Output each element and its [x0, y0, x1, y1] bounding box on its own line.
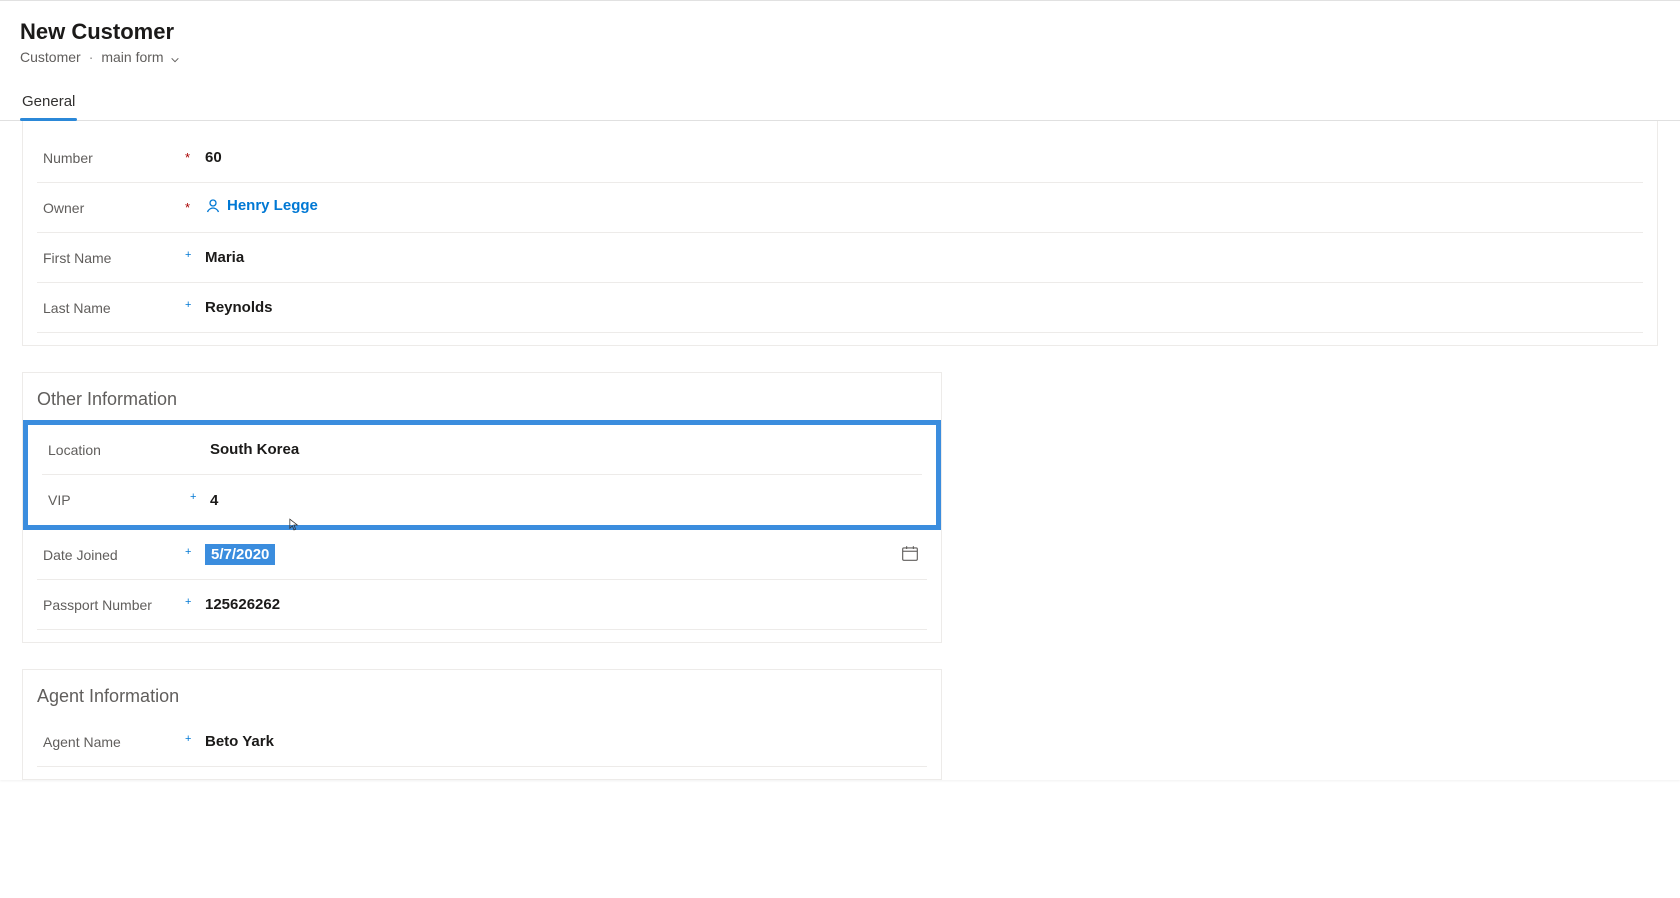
form-selector[interactable]: main form — [101, 49, 179, 65]
breadcrumb-separator — [87, 49, 96, 65]
field-owner[interactable]: Owner * Henry Legge — [37, 183, 1643, 233]
recommended-indicator: + — [185, 249, 205, 261]
required-indicator: * — [185, 200, 205, 215]
field-last-name[interactable]: Last Name + Reynolds — [37, 283, 1643, 333]
tab-bar: General — [0, 85, 1680, 121]
breadcrumb: Customer main form — [20, 49, 1660, 65]
field-number[interactable]: Number * 60 — [37, 133, 1643, 183]
highlight-box: Location South Korea VIP + 4 — [23, 420, 941, 530]
field-value[interactable]: Beto Yark — [205, 729, 927, 754]
field-value[interactable]: 60 — [205, 145, 1643, 170]
section-other-information: Other Information Location South Korea V… — [22, 372, 942, 643]
form-content: Number * 60 Owner * Henry Legge First Na… — [0, 121, 1680, 780]
field-label: Number — [37, 150, 185, 166]
field-first-name[interactable]: First Name + Maria — [37, 233, 1643, 283]
section-agent-information: Agent Information Agent Name + Beto Yark — [22, 669, 942, 780]
section-title: Agent Information — [23, 670, 941, 717]
owner-lookup[interactable]: Henry Legge — [205, 197, 318, 214]
date-selected-text[interactable]: 5/7/2020 — [205, 544, 275, 565]
field-label: Passport Number — [37, 597, 185, 613]
owner-name: Henry Legge — [227, 197, 318, 214]
field-date-joined[interactable]: Date Joined + 5/7/2020 — [37, 530, 927, 580]
chevron-down-icon — [170, 52, 180, 62]
field-passport-number[interactable]: Passport Number + 125626262 — [37, 580, 927, 630]
calendar-button[interactable] — [901, 544, 919, 565]
tab-general[interactable]: General — [20, 85, 77, 120]
field-agent-name[interactable]: Agent Name + Beto Yark — [37, 717, 927, 767]
field-label: Agent Name — [37, 734, 185, 750]
field-value[interactable]: South Korea — [210, 437, 922, 462]
field-location[interactable]: Location South Korea — [42, 425, 922, 475]
field-value[interactable]: 4 — [210, 488, 922, 513]
section-title: Other Information — [23, 373, 941, 420]
field-value[interactable]: Reynolds — [205, 295, 1643, 320]
recommended-indicator: + — [185, 733, 205, 745]
calendar-icon — [901, 544, 919, 562]
field-value[interactable]: 5/7/2020 — [205, 540, 927, 569]
section-primary: Number * 60 Owner * Henry Legge First Na… — [22, 121, 1658, 346]
form-header: New Customer Customer main form — [0, 1, 1680, 65]
required-indicator: * — [185, 150, 205, 165]
field-value[interactable]: Henry Legge — [205, 193, 1643, 222]
recommended-indicator: + — [190, 491, 210, 503]
field-value[interactable]: Maria — [205, 245, 1643, 270]
entity-name: Customer — [20, 49, 81, 65]
recommended-indicator: + — [185, 299, 205, 311]
field-vip[interactable]: VIP + 4 — [42, 475, 922, 525]
field-label: Owner — [37, 200, 185, 216]
field-label: First Name — [37, 250, 185, 266]
form-selector-label: main form — [101, 49, 163, 65]
field-value[interactable]: 125626262 — [205, 592, 927, 617]
page-title: New Customer — [20, 19, 1660, 45]
field-label: Location — [42, 442, 190, 458]
recommended-indicator: + — [185, 596, 205, 608]
person-icon — [205, 198, 221, 214]
recommended-indicator: + — [185, 546, 205, 558]
field-label: VIP — [42, 492, 190, 508]
field-label: Date Joined — [37, 547, 185, 563]
field-label: Last Name — [37, 300, 185, 316]
